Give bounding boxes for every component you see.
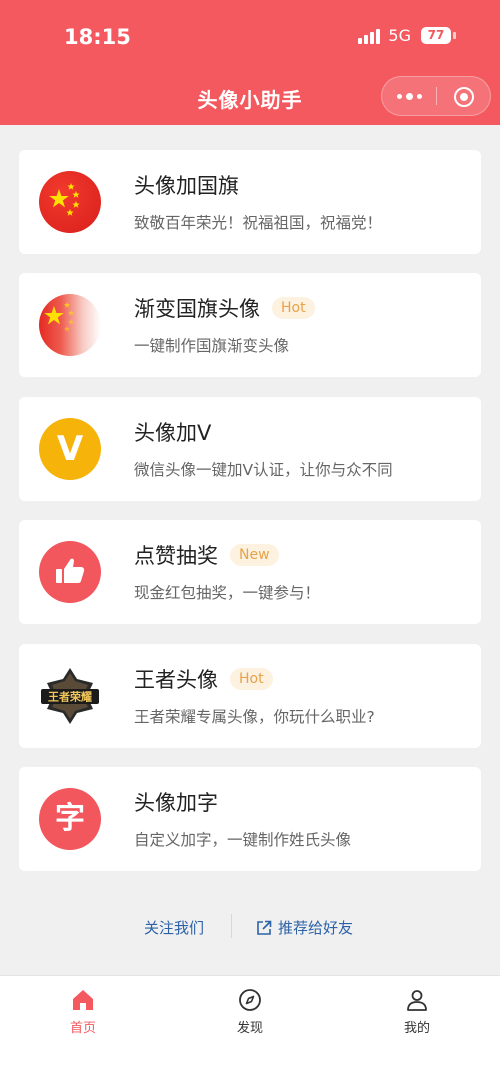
miniprogram-capsule <box>381 76 491 116</box>
person-icon <box>407 990 427 1011</box>
capsule-divider <box>436 87 437 105</box>
china-flag-icon <box>39 171 101 233</box>
header: 18:15 5G 77 头像小助手 <box>0 0 500 125</box>
network-type: 5G <box>388 26 411 45</box>
svg-text:王者荣耀: 王者荣耀 <box>48 690 92 704</box>
v-badge-icon: V <box>39 418 101 480</box>
status-indicators: 5G 77 <box>358 26 456 45</box>
hot-badge: Hot <box>230 668 273 690</box>
card-like-lottery[interactable]: 点赞抽奖 New 现金红包抽奖，一键参与！ <box>19 520 481 624</box>
card-title: 点赞抽奖 New <box>134 540 279 570</box>
card-flag-avatar[interactable]: 头像加国旗 致敬百年荣光！祝福祖国，祝福党！ <box>19 150 481 254</box>
card-subtitle: 致敬百年荣光！祝福祖国，祝福党！ <box>134 214 383 232</box>
more-icon[interactable] <box>382 77 436 115</box>
hot-badge: Hot <box>272 297 315 319</box>
card-title: 头像加字 <box>134 791 218 815</box>
card-title: 头像加V <box>134 421 212 445</box>
card-title: 渐变国旗头像 Hot <box>134 293 315 323</box>
card-subtitle: 现金红包抽奖，一键参与！ <box>134 584 321 602</box>
tab-mine[interactable]: 我的 <box>377 988 457 1036</box>
character-icon: 字 <box>39 788 101 850</box>
share-icon <box>257 920 272 935</box>
card-subtitle: 自定义加字，一键制作姓氏头像 <box>134 831 352 849</box>
card-subtitle: 王者荣耀专属头像，你玩什么职业? <box>134 708 375 726</box>
card-title: 王者头像 Hot <box>134 664 273 694</box>
gradient-flag-icon <box>39 294 101 356</box>
card-gradient-flag-avatar[interactable]: 渐变国旗头像 Hot 一键制作国旗渐变头像 <box>19 273 481 377</box>
tab-discover[interactable]: 发现 <box>210 988 290 1036</box>
thumbs-up-icon <box>39 541 101 603</box>
honor-of-kings-logo: 王者荣耀 <box>39 665 101 727</box>
tab-bar: 首页 发现 我的 <box>0 975 500 1068</box>
card-avatar-v[interactable]: V 头像加V 微信头像一键加V认证，让你与众不同 <box>19 397 481 501</box>
card-honor-of-kings-avatar[interactable]: 王者荣耀 王者头像 Hot 王者荣耀专属头像，你玩什么职业? <box>19 644 481 748</box>
footer-links: 关注我们 推荐给好友 <box>0 912 500 942</box>
battery-icon: 77 <box>421 27 451 44</box>
status-time: 18:15 <box>64 25 131 49</box>
signal-icon <box>358 28 381 44</box>
tab-home[interactable]: 首页 <box>43 988 123 1036</box>
close-miniprogram-icon[interactable] <box>454 87 474 107</box>
card-subtitle: 一键制作国旗渐变头像 <box>134 337 290 355</box>
card-title: 头像加国旗 <box>134 174 239 198</box>
home-icon <box>73 990 93 1010</box>
compass-icon <box>239 989 261 1011</box>
card-avatar-text[interactable]: 字 头像加字 自定义加字，一键制作姓氏头像 <box>19 767 481 871</box>
link-divider <box>231 914 232 938</box>
card-subtitle: 微信头像一键加V认证，让你与众不同 <box>134 461 393 479</box>
follow-us-link[interactable]: 关注我们 <box>144 917 204 938</box>
new-badge: New <box>230 544 279 566</box>
battery-tip <box>453 32 456 39</box>
share-to-friends-link[interactable]: 推荐给好友 <box>256 917 353 938</box>
